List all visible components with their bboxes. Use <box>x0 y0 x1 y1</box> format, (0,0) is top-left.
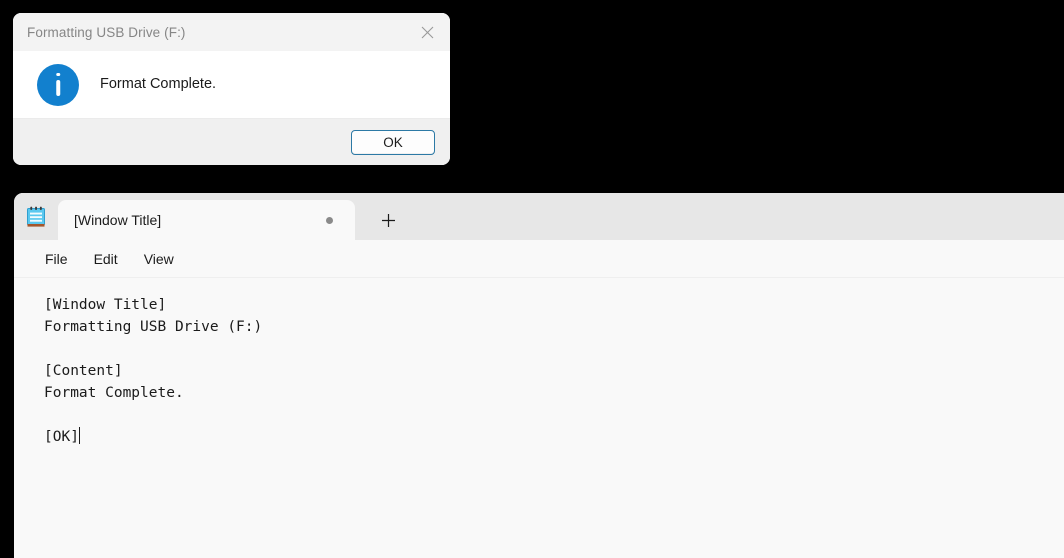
dialog-footer: OK <box>13 118 450 165</box>
dialog-body: Format Complete. <box>13 51 450 118</box>
close-button[interactable] <box>404 13 450 51</box>
menu-item-file[interactable]: File <box>32 247 81 271</box>
menu-item-edit[interactable]: Edit <box>81 247 131 271</box>
text-editor[interactable]: [Window Title] Formatting USB Drive (F:)… <box>14 278 1064 558</box>
dialog-message: Format Complete. <box>100 75 217 92</box>
menu-bar: File Edit View <box>14 240 1064 278</box>
unsaved-dot-icon[interactable] <box>326 216 333 224</box>
notepad-icon-glyph <box>26 206 46 228</box>
dialog-title: Formatting USB Drive (F:) <box>27 24 186 40</box>
close-icon <box>421 26 434 39</box>
notepad-icon <box>14 193 58 240</box>
tab-label: [Window Title] <box>74 212 162 228</box>
dialog-titlebar: Formatting USB Drive (F:) <box>13 13 450 51</box>
tab-strip: [Window Title] <box>14 193 1064 240</box>
editor-content: [Window Title] Formatting USB Drive (F:)… <box>44 297 263 445</box>
tab-window-title[interactable]: [Window Title] <box>58 200 355 240</box>
plus-icon <box>381 213 396 228</box>
menu-item-view[interactable]: View <box>131 247 187 271</box>
ok-button[interactable]: OK <box>351 129 435 155</box>
format-complete-dialog: Formatting USB Drive (F:) Format Complet… <box>13 13 450 165</box>
info-icon <box>37 63 79 106</box>
text-caret <box>78 427 80 444</box>
new-tab-button[interactable] <box>368 200 408 240</box>
notepad-window: [Window Title] File Edit View [Window Ti… <box>14 193 1064 558</box>
